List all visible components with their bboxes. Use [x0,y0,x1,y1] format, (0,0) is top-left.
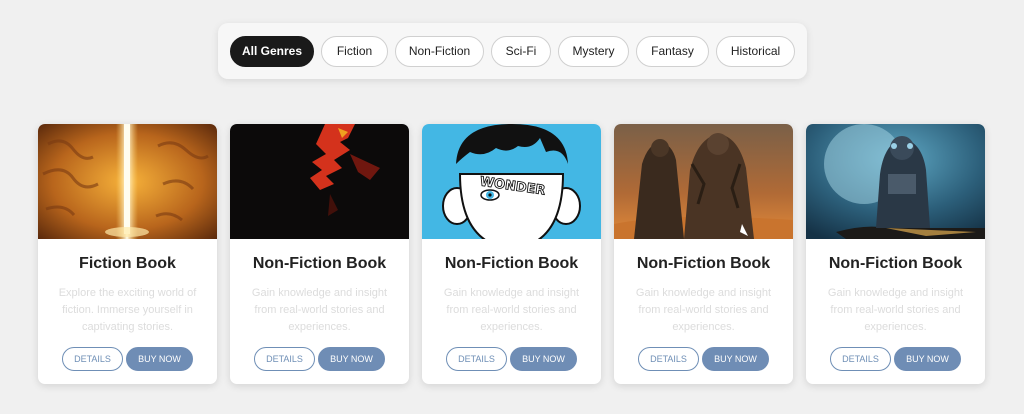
genre-pill-non-fiction[interactable]: Non-Fiction [395,35,484,67]
book-card: Non-Fiction Book Gain knowledge and insi… [614,124,793,384]
cover-image: WONDER [422,124,601,239]
details-button[interactable]: DETAILS [830,347,891,371]
genre-filter-bar: All Genres Fiction Non-Fiction Sci-Fi My… [218,23,807,79]
book-title: Non-Fiction Book [444,255,579,272]
book-title: Non-Fiction Book [636,255,771,272]
genre-pill-sci-fi[interactable]: Sci-Fi [491,35,551,67]
glowing-cave-cover[interactable] [38,124,217,239]
book-card: Fiction Book Explore the exciting world … [38,124,217,384]
wonder-face-cover[interactable]: WONDER [422,124,601,239]
dark-red-abstract-cover[interactable] [230,124,409,239]
book-card: Non-Fiction Book Gain knowledge and insi… [230,124,409,384]
details-button[interactable]: DETAILS [254,347,315,371]
book-title: Non-Fiction Book [252,255,387,272]
genre-pill-all-genres[interactable]: All Genres [230,35,314,67]
book-title: Non-Fiction Book [828,255,963,272]
genre-pill-fiction[interactable]: Fiction [321,35,388,67]
genre-pill-mystery[interactable]: Mystery [558,35,629,67]
genre-pill-historical[interactable]: Historical [716,35,795,67]
book-title: Fiction Book [79,255,176,272]
buy-now-button[interactable]: BUY NOW [318,347,385,371]
book-card: Non-Fiction Book Gain knowledge and insi… [806,124,985,384]
details-button[interactable]: DETAILS [62,347,123,371]
book-description: Gain knowledge and insight from real-wor… [827,287,964,333]
cover-image [230,124,409,239]
genre-pill-fantasy[interactable]: Fantasy [636,35,709,67]
details-button[interactable]: DETAILS [446,347,507,371]
book-description: Gain knowledge and insight from real-wor… [251,287,388,333]
astronaut-moon-cover[interactable] [806,124,985,239]
cover-image [38,124,217,239]
book-card: WONDER Non-Fiction Book Gain knowledge a… [422,124,601,384]
details-button[interactable]: DETAILS [638,347,699,371]
cover-image [806,124,985,239]
buy-now-button[interactable]: BUY NOW [126,347,193,371]
book-description: Explore the exciting world of fiction. I… [58,287,197,333]
buy-now-button[interactable]: BUY NOW [702,347,769,371]
book-description: Gain knowledge and insight from real-wor… [443,287,580,333]
buy-now-button[interactable]: BUY NOW [510,347,577,371]
desert-warriors-cover[interactable] [614,124,793,239]
cover-image [614,124,793,239]
book-description: Gain knowledge and insight from real-wor… [635,287,772,333]
buy-now-button[interactable]: BUY NOW [894,347,961,371]
